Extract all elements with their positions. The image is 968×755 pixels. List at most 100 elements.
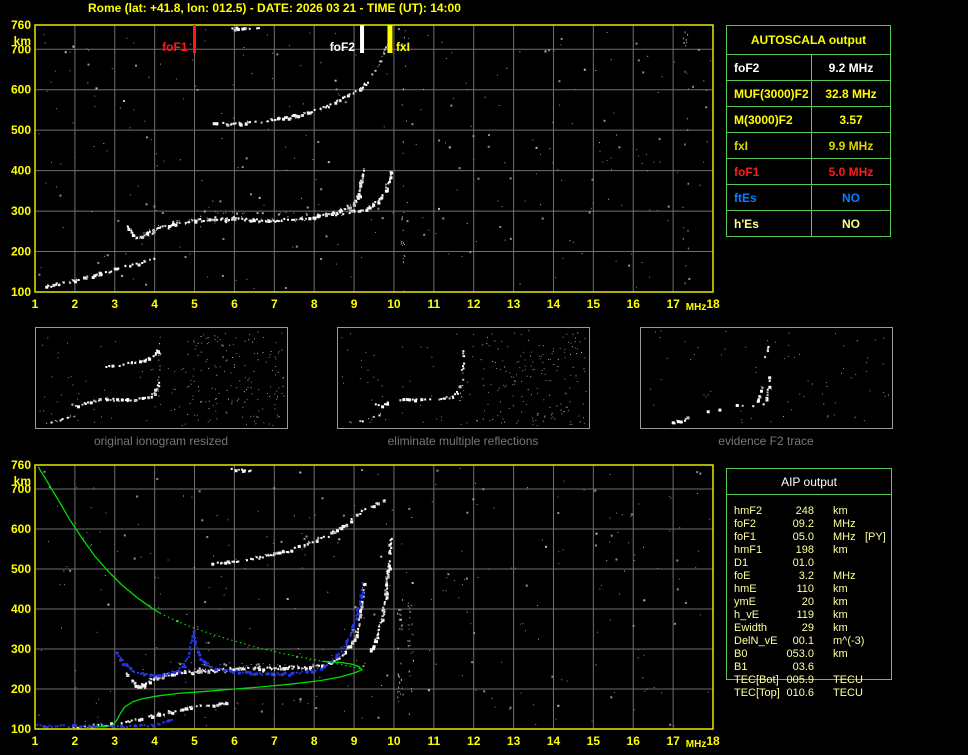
- table-row: foF2 9.2 MHz: [727, 55, 890, 81]
- x-tick-label: 2: [72, 297, 79, 311]
- x-tick-label: 9: [351, 297, 358, 311]
- x-tick-label: 17: [666, 297, 680, 311]
- bottom-ionogram-plot: 1 2 3 4 5 6 7 8 9 10 11 12 13 14 15 16 17 18MHz7607006005…: [11, 458, 720, 750]
- param-value: 01.0: [792, 557, 814, 569]
- param-value: 198: [795, 544, 814, 556]
- y-tick-label: 300: [11, 642, 31, 656]
- x-tick-label: 7: [271, 297, 278, 311]
- y-axis-unit-label: km: [14, 34, 31, 48]
- x-tick-label: 3: [111, 297, 118, 311]
- y-axis-unit-label: km: [14, 474, 31, 488]
- x-tick-label: 3: [111, 734, 118, 748]
- panel-caption-evidence: evidence F2 trace: [718, 434, 814, 448]
- param-label: fxI: [727, 133, 812, 158]
- background-noise: [38, 28, 711, 293]
- x-tick-label: 2: [72, 734, 79, 748]
- x-tick-label: 5: [191, 297, 198, 311]
- param-value: 9.2 MHz: [828, 60, 874, 75]
- param-value: 03.6: [792, 661, 814, 673]
- param-unit: km: [833, 544, 848, 556]
- x-tick-label: 4: [151, 297, 158, 311]
- param-unit: TECU: [833, 674, 863, 686]
- param-unit: km: [833, 505, 848, 517]
- x-tick-label: 1: [32, 734, 39, 748]
- x-tick-label: 17: [666, 734, 680, 748]
- param-value: 20: [801, 596, 814, 608]
- param-value: NO: [842, 190, 860, 205]
- param-value: 248: [795, 505, 814, 517]
- panel-border: [640, 327, 893, 429]
- table-row: hmF2 248 km: [727, 505, 893, 518]
- processing-panel-2: [337, 327, 590, 429]
- param-unit: km: [833, 622, 848, 634]
- table-row: h_vE 119 km: [727, 609, 893, 622]
- param-unit: km: [833, 609, 848, 621]
- x-tick-label: 13: [507, 297, 521, 311]
- echo-traces: [45, 26, 394, 289]
- param-value: 32.8 MHz: [825, 86, 877, 101]
- param-label: foF2: [727, 55, 812, 80]
- table-row: D1 01.0: [727, 557, 893, 570]
- param-value: 29: [801, 622, 814, 634]
- processing-panel-3: [640, 327, 893, 429]
- autoscala-table-rows: foF2 9.2 MHz MUF(3000)F2 32.8 MHz M(3000)F2 3…: [727, 55, 890, 236]
- table-row: foF2 09.2 MHz: [727, 518, 893, 531]
- x-axis-unit-label: MHz: [686, 302, 707, 313]
- autoscala-table-title: AUTOSCALA output: [727, 26, 890, 55]
- param-label: h'Es: [727, 211, 812, 236]
- table-row: foF1 05.0 MHz [PY]: [727, 531, 893, 544]
- param-unit: MHz: [833, 570, 856, 582]
- y-tick-label: 760: [11, 458, 31, 472]
- x-tick-label: 12: [467, 297, 481, 311]
- marker-label-foF1: foF1: [162, 40, 188, 54]
- table-row: ymE 20 km: [727, 596, 893, 609]
- fitted-trace: [36, 582, 365, 730]
- x-tick-label: 15: [587, 297, 601, 311]
- x-tick-label: 18: [706, 734, 720, 748]
- autoscala-output-table: AUTOSCALA output foF2 9.2 MHz MUF(3000)F2 3…: [726, 25, 891, 237]
- param-value: NO: [842, 216, 860, 231]
- x-tick-label: 16: [627, 734, 641, 748]
- x-tick-label: 8: [311, 734, 318, 748]
- param-value: 09.2: [792, 518, 814, 530]
- param-unit: MHz: [833, 518, 856, 530]
- x-tick-label: 6: [231, 297, 238, 311]
- y-tick-label: 100: [11, 285, 31, 299]
- x-tick-label: 10: [387, 297, 401, 311]
- y-tick-label: 500: [11, 123, 31, 137]
- param-value: 005.9: [786, 674, 814, 686]
- marker-label-foF2: foF2: [330, 40, 356, 54]
- panel-caption-original: original ionogram resized: [93, 434, 229, 448]
- x-tick-label: 5: [191, 734, 198, 748]
- param-unit: MHz: [833, 531, 856, 543]
- param-unit: km: [833, 583, 848, 595]
- x-tick-label: 8: [311, 297, 318, 311]
- y-tick-label: 760: [11, 18, 31, 32]
- table-row: h'Es NO: [727, 211, 890, 236]
- x-tick-label: 6: [231, 734, 238, 748]
- electron-density-profile: [37, 466, 364, 729]
- echo-traces: [72, 467, 393, 730]
- y-tick-label: 500: [11, 562, 31, 576]
- y-tick-label: 200: [11, 245, 31, 259]
- marker-label-fxI: fxI: [396, 40, 410, 54]
- table-row: hmF1 198 km: [727, 544, 893, 557]
- param-value: 05.0: [792, 531, 814, 543]
- table-row: hmE 110 km: [727, 583, 893, 596]
- x-tick-label: 7: [271, 734, 278, 748]
- x-tick-label: 10: [387, 734, 401, 748]
- param-value: 3.2: [798, 570, 814, 582]
- axis-labels: 1 2 3 4 5 6 7 8 9 10 11 12 13 14 15 16 17 18MHz7607006005…: [11, 458, 720, 750]
- table-row: TEC[Bot] 005.9 TECU: [727, 674, 893, 687]
- y-tick-label: 600: [11, 522, 31, 536]
- param-label: M(3000)F2: [727, 107, 812, 132]
- x-tick-label: 15: [587, 734, 601, 748]
- y-tick-label: 100: [11, 722, 31, 736]
- x-tick-label: 4: [151, 734, 158, 748]
- param-value: 119: [796, 609, 814, 621]
- table-row: MUF(3000)F2 32.8 MHz: [727, 81, 890, 107]
- table-row: Ewidth 29 km: [727, 622, 893, 635]
- table-row: B0 053.0 km: [727, 648, 893, 661]
- x-tick-label: 14: [547, 297, 561, 311]
- aip-table-title: AIP output: [727, 469, 891, 495]
